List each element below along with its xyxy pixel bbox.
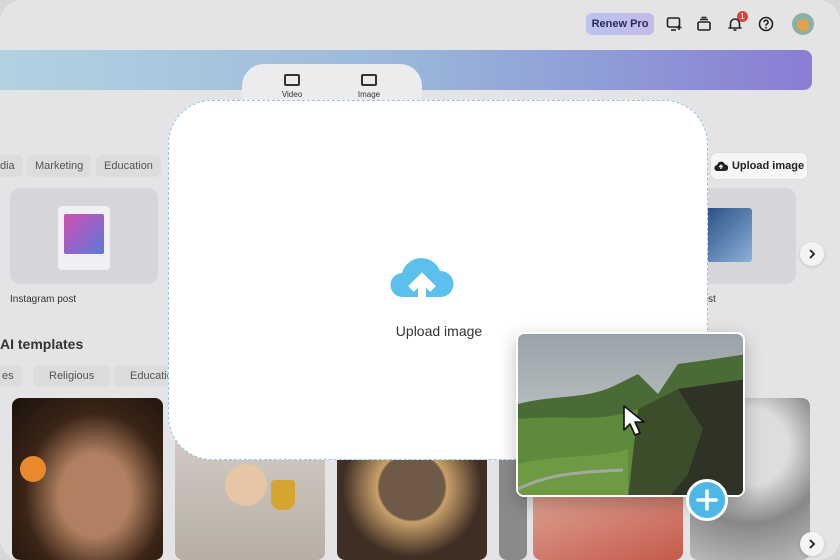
trophy-icon — [271, 480, 295, 510]
tab-video[interactable]: Video — [272, 74, 312, 99]
ai-chip[interactable]: es — [0, 365, 22, 387]
cursor-icon — [623, 405, 645, 436]
renew-pro-button[interactable]: Renew Pro — [586, 13, 654, 35]
ai-template-tile[interactable] — [12, 398, 163, 560]
next-arrow-button[interactable] — [800, 532, 824, 556]
template-card-label: Instagram post — [10, 294, 77, 305]
avatar[interactable] — [792, 13, 814, 35]
add-button[interactable] — [686, 479, 728, 521]
top-bar: Renew Pro 1 — [0, 0, 840, 48]
video-icon — [284, 74, 300, 86]
cloud-upload-icon — [714, 161, 728, 172]
cloud-upload-icon — [390, 258, 454, 305]
template-card[interactable] — [10, 188, 158, 284]
template-thumbnail — [58, 206, 110, 270]
tab-video-label: Video — [281, 90, 303, 99]
tab-image-label: Image — [357, 90, 381, 99]
template-card-label: st — [708, 294, 716, 305]
category-chip[interactable]: dia — [0, 155, 23, 177]
tab-image[interactable]: Image — [349, 74, 389, 99]
dragged-image[interactable] — [516, 332, 745, 497]
template-card[interactable] — [700, 188, 796, 284]
section-title: AI templates — [0, 336, 84, 352]
category-chip[interactable]: Marketing — [27, 155, 92, 177]
next-arrow-button[interactable] — [800, 242, 824, 266]
upload-image-button[interactable]: Upload image — [711, 153, 807, 179]
category-chip[interactable]: Education — [96, 155, 161, 177]
flower-icon — [20, 456, 46, 482]
chevron-right-icon — [809, 539, 816, 549]
help-icon[interactable] — [756, 14, 776, 34]
notification-badge: 1 — [737, 11, 748, 22]
character-icon — [225, 464, 267, 506]
ai-chip[interactable]: Religious — [33, 365, 111, 387]
plus-icon — [696, 489, 718, 511]
chevron-right-icon — [809, 249, 816, 259]
screen-add-icon[interactable] — [664, 14, 684, 34]
image-icon — [361, 74, 377, 86]
layers-icon[interactable] — [694, 14, 714, 34]
template-thumbnail — [706, 208, 752, 262]
upload-image-label: Upload image — [731, 160, 805, 172]
